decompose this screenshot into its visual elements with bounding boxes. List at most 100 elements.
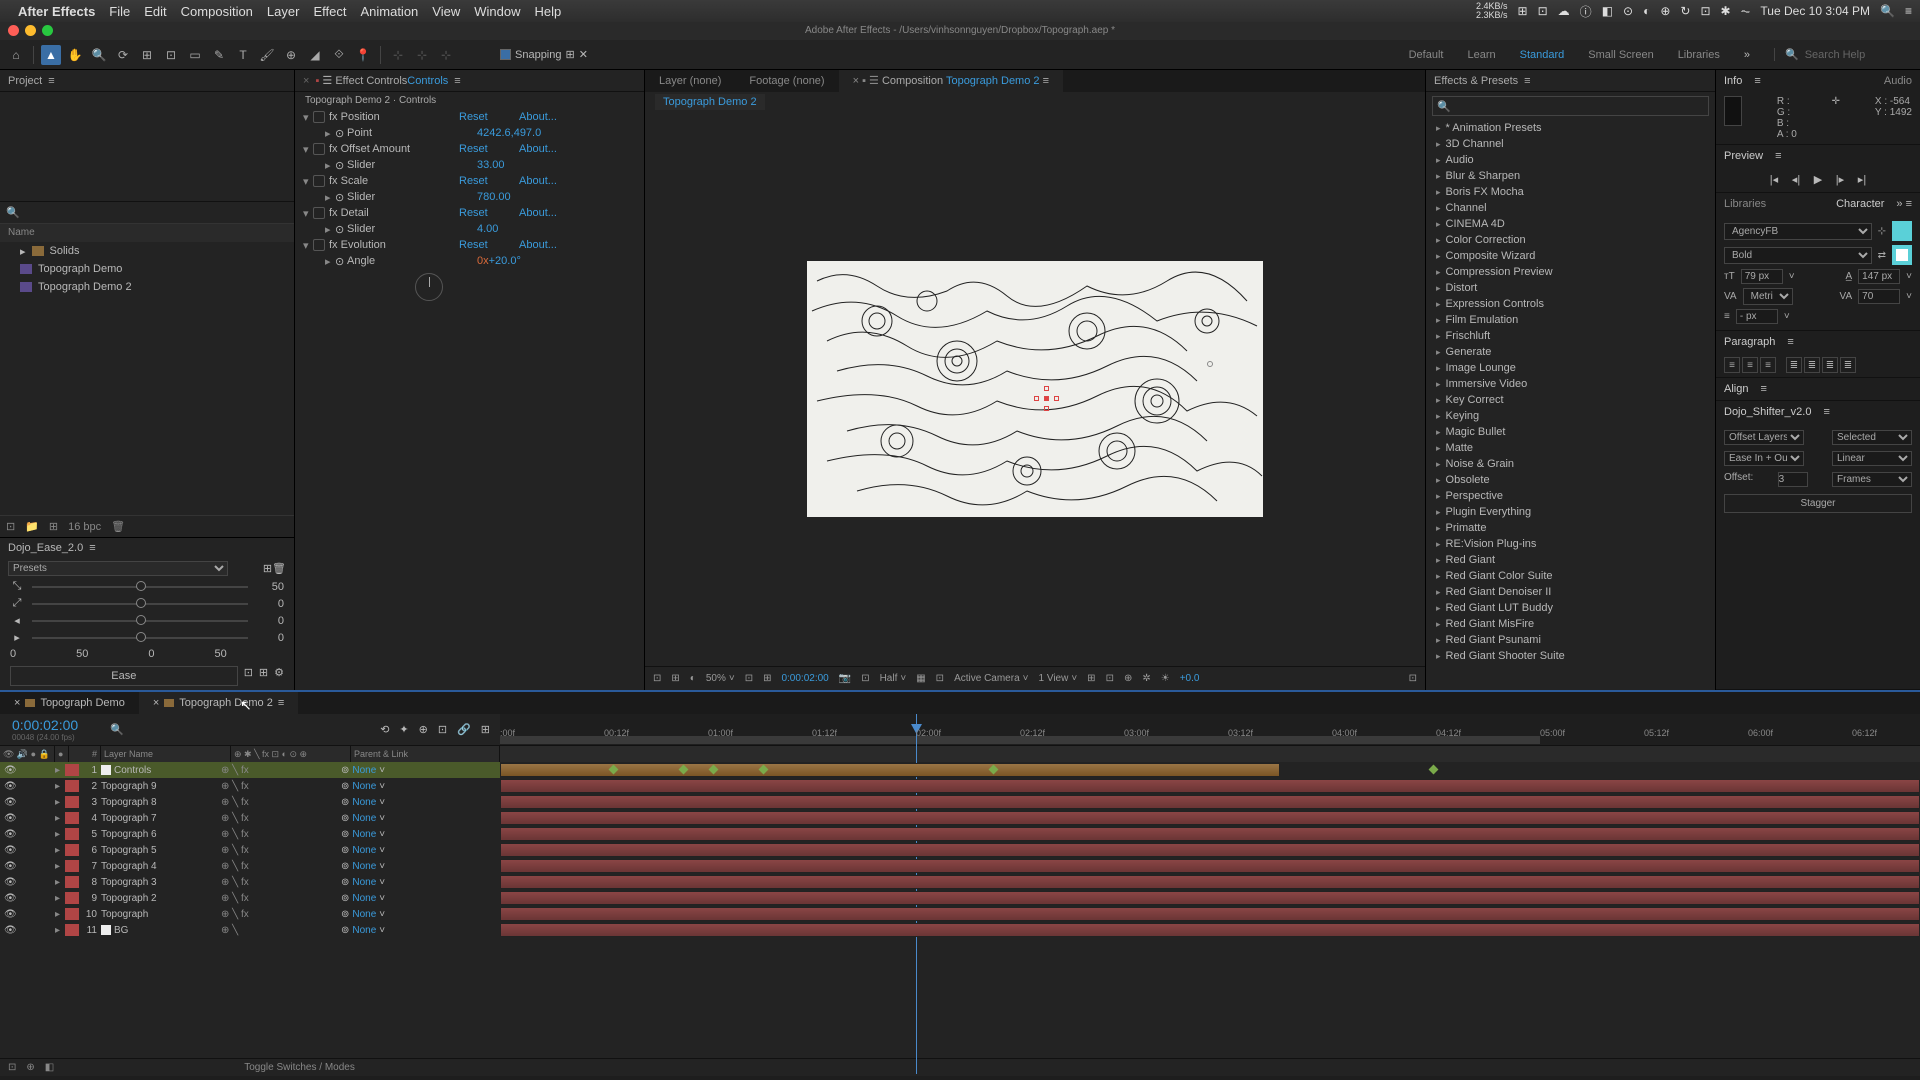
label-color[interactable] (65, 844, 79, 856)
effect-category[interactable]: ▸Red Giant Color Suite (1426, 568, 1715, 584)
dojo-tab[interactable]: Dojo_Ease_2.0 (8, 542, 83, 554)
timeline-layer[interactable]: 👁 ▸ 5 Topograph 6 ⊕ ╲ fx ⊚None ˅ (0, 826, 500, 842)
align-left-icon[interactable]: ≡ (1724, 357, 1740, 373)
effect-category[interactable]: ▸Magic Bullet (1426, 424, 1715, 440)
effect-category[interactable]: ▸Immersive Video (1426, 376, 1715, 392)
window-controls[interactable] (8, 25, 53, 36)
shape-tool[interactable]: ▭ (185, 45, 205, 65)
mask-icon[interactable]: ◐ (690, 673, 696, 684)
effect-category[interactable]: ▸Noise & Grain (1426, 456, 1715, 472)
tray-icon[interactable]: ⊕ (1660, 4, 1670, 18)
menu-file[interactable]: File (109, 4, 130, 19)
effect-category[interactable]: ▸Red Giant Psunami (1426, 632, 1715, 648)
timeline-tab[interactable]: ×Topograph Demo 2 ≡ (139, 692, 298, 714)
tl-footer-icon[interactable]: ◧ (45, 1062, 54, 1073)
timeline-layer[interactable]: 👁 ▸ 4 Topograph 7 ⊕ ╲ fx ⊚None ˅ (0, 810, 500, 826)
tray-icon[interactable]: ◧ (1602, 4, 1613, 18)
pickwhip-icon[interactable]: ⊚ (341, 893, 349, 904)
menu-composition[interactable]: Composition (181, 4, 253, 19)
comp-new-icon[interactable]: ⊞ (49, 520, 58, 533)
effect-property[interactable]: ▾fx EvolutionResetAbout... (295, 237, 644, 253)
dojo-presets-select[interactable]: Presets (8, 561, 228, 576)
visibility-icon[interactable]: 👁 (4, 877, 14, 887)
menu-icon[interactable]: ≡ (1905, 4, 1912, 18)
ease-button[interactable]: Ease (10, 666, 238, 686)
grid-icon[interactable]: ⊞ (763, 673, 771, 684)
tray-icon[interactable]: ⊞ (1518, 4, 1528, 18)
menu-edit[interactable]: Edit (144, 4, 166, 19)
dojo-slider[interactable]: ⤡50 (0, 578, 294, 595)
effect-property-value[interactable]: ▸⊙Slider4.00 (295, 221, 644, 237)
local-axis-icon[interactable]: ⊹ (388, 45, 408, 65)
label-color[interactable] (65, 860, 79, 872)
camera-select[interactable]: Active Camera ˅ (954, 673, 1028, 684)
fast-preview-icon[interactable]: ⊡ (1409, 673, 1417, 684)
preview-tab[interactable]: Preview (1724, 150, 1763, 162)
effect-property-value[interactable]: ▸⊙Slider780.00 (295, 189, 644, 205)
next-frame-icon[interactable]: |▸ (1832, 173, 1848, 186)
effect-category[interactable]: ▸Audio (1426, 152, 1715, 168)
effect-category[interactable]: ▸Compression Preview (1426, 264, 1715, 280)
dojo-trash-icon[interactable]: 🗑 (272, 562, 286, 575)
stroke-input[interactable] (1736, 309, 1778, 324)
stagger-button[interactable]: Stagger (1724, 494, 1912, 513)
last-frame-icon[interactable]: ▸| (1854, 173, 1870, 186)
justify-all-icon[interactable]: ≣ (1840, 357, 1856, 373)
timeline-layer[interactable]: 👁 ▸ 8 Topograph 3 ⊕ ╲ fx ⊚None ˅ (0, 874, 500, 890)
visibility-icon[interactable]: 👁 (4, 797, 14, 807)
transparency-icon[interactable]: ▦ (916, 673, 925, 684)
search-help[interactable]: 🔍 Search Help (1774, 48, 1914, 61)
minimize-window-icon[interactable] (25, 25, 36, 36)
timeline-layer[interactable]: 👁 ▸ 10 Topograph ⊕ ╲ fx ⊚None ˅ (0, 906, 500, 922)
project-search[interactable]: 🔍 (0, 202, 294, 224)
tl-tool-icon[interactable]: ✦ (399, 723, 408, 736)
anchor-point-icon[interactable] (1037, 389, 1057, 409)
libraries-tab[interactable]: Libraries (1724, 198, 1766, 210)
label-color[interactable] (65, 764, 79, 776)
label-color[interactable] (65, 908, 79, 920)
bpc-button[interactable]: 16 bpc (68, 521, 101, 533)
dojo-icon[interactable]: ⊡ (244, 666, 253, 686)
pickwhip-icon[interactable]: ⊚ (341, 925, 349, 936)
effect-category[interactable]: ▸Boris FX Mocha (1426, 184, 1715, 200)
effect-category[interactable]: ▸Keying (1426, 408, 1715, 424)
channel-icon[interactable]: ⊞ (671, 673, 679, 684)
composition-canvas[interactable] (807, 261, 1263, 517)
selected-select[interactable]: Selected (1832, 430, 1912, 445)
timecode-display[interactable]: 0:00:02:00 00048 (24.00 fps) (0, 714, 100, 745)
timeline-layer[interactable]: 👁 ▸ 11 BG ⊕ ╲ ⊚None ˅ (0, 922, 500, 938)
brush-tool[interactable]: 🖌 (257, 45, 277, 65)
workspace-overflow-icon[interactable]: » (1744, 49, 1750, 61)
effect-property[interactable]: ▾fx Offset AmountResetAbout... (295, 141, 644, 157)
snapping-toggle[interactable]: Snapping ⊞ ✕ (500, 48, 588, 61)
maximize-window-icon[interactable] (42, 25, 53, 36)
visibility-icon[interactable]: 👁 (4, 845, 14, 855)
label-color[interactable] (65, 924, 79, 936)
effect-category[interactable]: ▸Matte (1426, 440, 1715, 456)
justify-left-icon[interactable]: ≣ (1786, 357, 1802, 373)
effect-category[interactable]: ▸Generate (1426, 344, 1715, 360)
label-color[interactable] (65, 876, 79, 888)
effects-presets-tab[interactable]: Effects & Presets≡ (1426, 70, 1715, 92)
layer-bar[interactable] (500, 891, 1920, 905)
effect-property[interactable]: ▾fx DetailResetAbout... (295, 205, 644, 221)
workspace-default[interactable]: Default (1409, 49, 1444, 61)
pickwhip-icon[interactable]: ⊚ (341, 909, 349, 920)
world-axis-icon[interactable]: ⊹ (412, 45, 432, 65)
view-axis-icon[interactable]: ⊹ (436, 45, 456, 65)
tl-tool-icon[interactable]: 🔗 (457, 723, 471, 736)
play-icon[interactable]: ▶ (1810, 173, 1826, 186)
pickwhip-icon[interactable]: ⊚ (341, 861, 349, 872)
visibility-icon[interactable]: 👁 (4, 893, 14, 903)
effect-category[interactable]: ▸Red Giant Denoiser II (1426, 584, 1715, 600)
puppet-tool[interactable]: 📍 (353, 45, 373, 65)
effect-property-value[interactable]: ▸⊙Angle0x+20.0° (295, 253, 644, 269)
tray-icon[interactable]: ⊙ (1623, 4, 1633, 18)
timeline-layer[interactable]: 👁 ▸ 2 Topograph 9 ⊕ ╲ fx ⊚None ˅ (0, 778, 500, 794)
clock[interactable]: Tue Dec 10 3:04 PM (1760, 4, 1870, 18)
stopwatch-icon[interactable] (313, 175, 325, 187)
layer-bar[interactable] (500, 843, 1920, 857)
offset-layers-select[interactable]: Offset Layers (1724, 430, 1804, 445)
tl-tool-icon[interactable]: ⊡ (438, 723, 447, 736)
shifter-tab[interactable]: Dojo_Shifter_v2.0 (1724, 406, 1811, 418)
